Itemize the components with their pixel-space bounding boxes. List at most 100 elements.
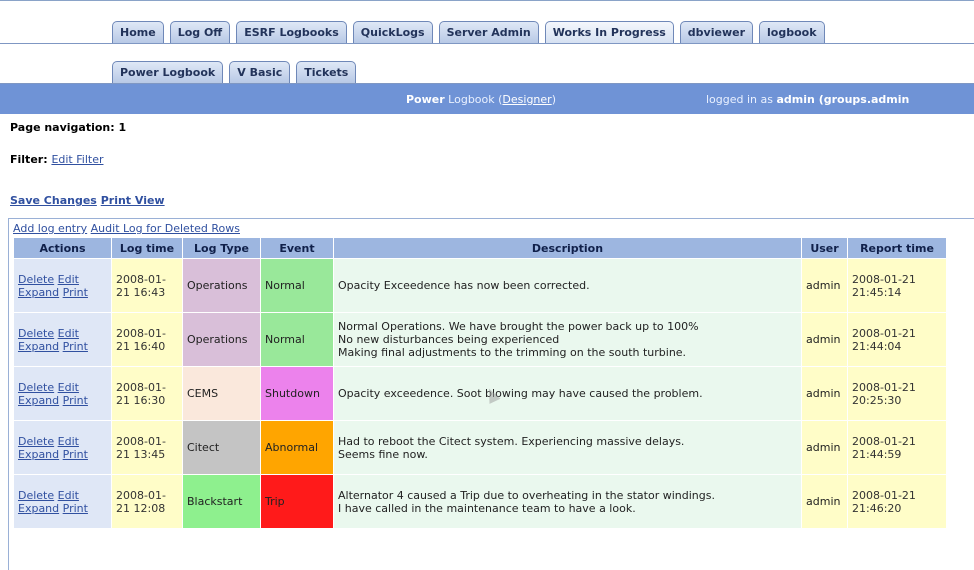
log-time-date: 2008-01- xyxy=(116,434,166,448)
report-time-clock: 21:46:20 xyxy=(852,501,902,515)
edit-filter-link[interactable]: Edit Filter xyxy=(51,153,103,166)
print-link[interactable]: Print xyxy=(63,502,88,515)
delete-link[interactable]: Delete xyxy=(18,381,54,394)
print-link[interactable]: Print xyxy=(63,394,88,407)
user-cell: admin xyxy=(802,313,847,366)
logged-in-user: admin (groups.admin xyxy=(776,93,910,106)
table-row: Delete Edit Expand Print 2008-01- 21 12:08 B… xyxy=(14,475,946,528)
log-time-cell: 2008-01- 21 12:08 xyxy=(112,475,182,528)
print-link[interactable]: Print xyxy=(63,286,88,299)
expand-link[interactable]: Expand xyxy=(18,502,59,515)
table-header-row: Actions Log time Log Type Event Descript… xyxy=(14,238,946,258)
title-rest: Logbook ( xyxy=(444,93,503,106)
logbook-title-bar: Power Logbook (Designer) logged in as ad… xyxy=(0,84,974,114)
print-link[interactable]: Print xyxy=(63,340,88,353)
tab-tickets[interactable]: Tickets xyxy=(296,61,357,83)
tab-works-in-progress[interactable]: Works In Progress xyxy=(544,21,674,43)
description-cell: Opacity exceedence. Soot blowing may hav… xyxy=(334,367,801,420)
log-type-cell: CEMS xyxy=(183,367,260,420)
print-view-link[interactable]: Print View xyxy=(101,194,165,207)
page-title: Power Logbook (Designer) xyxy=(406,93,556,106)
window-top-border xyxy=(0,0,974,1)
log-time-clock: 21 16:43 xyxy=(116,285,166,299)
log-type-cell: Blackstart xyxy=(183,475,260,528)
description-line: Had to reboot the Citect system. Experie… xyxy=(338,434,685,448)
edit-link[interactable]: Edit xyxy=(58,435,79,448)
actions-cell: Delete Edit Expand Print xyxy=(14,259,111,312)
description-line: Alternator 4 caused a Trip due to overhe… xyxy=(338,488,715,502)
tab-server-admin[interactable]: Server Admin xyxy=(438,21,539,43)
expand-link[interactable]: Expand xyxy=(18,286,59,299)
tab-dbviewer[interactable]: dbviewer xyxy=(679,21,753,43)
event-cell: Abnormal xyxy=(261,421,333,474)
user-cell: admin xyxy=(802,259,847,312)
report-time-date: 2008-01-21 xyxy=(852,326,916,340)
edit-link[interactable]: Edit xyxy=(58,273,79,286)
report-time-clock: 20:25:30 xyxy=(852,393,902,407)
col-header-report-time[interactable]: Report time xyxy=(848,238,946,258)
tab-power-logbook[interactable]: Power Logbook xyxy=(112,61,224,83)
event-cell: Normal xyxy=(261,313,333,366)
expand-link[interactable]: Expand xyxy=(18,340,59,353)
delete-link[interactable]: Delete xyxy=(18,327,54,340)
audit-log-link[interactable]: Audit Log for Deleted Rows xyxy=(91,222,240,235)
sub-tab-bar: Power Logbook V Basic Tickets xyxy=(0,56,974,84)
tab-esrf-logbooks[interactable]: ESRF Logbooks xyxy=(236,21,347,43)
log-table: Actions Log time Log Type Event Descript… xyxy=(13,237,947,529)
page-actions: Save Changes Print View xyxy=(10,194,165,207)
expand-link[interactable]: Expand xyxy=(18,448,59,461)
event-cell: Trip xyxy=(261,475,333,528)
tab-log-off[interactable]: Log Off xyxy=(169,21,231,43)
actions-line-2: Expand Print xyxy=(18,448,107,461)
actions-line-1: Delete Edit xyxy=(18,489,107,502)
user-cell: admin xyxy=(802,421,847,474)
sub-tabs: Power Logbook V Basic Tickets xyxy=(112,61,357,83)
col-header-user[interactable]: User xyxy=(802,238,847,258)
add-log-entry-link[interactable]: Add log entry xyxy=(13,222,87,235)
col-header-log-time[interactable]: Log time xyxy=(112,238,182,258)
event-cell: Shutdown xyxy=(261,367,333,420)
report-time-cell: 2008-01-21 21:45:14 xyxy=(848,259,946,312)
tab-v-basic[interactable]: V Basic xyxy=(229,61,291,83)
delete-link[interactable]: Delete xyxy=(18,489,54,502)
description-line: No new disturbances being experienced xyxy=(338,333,560,346)
login-status: logged in as admin (groups.admin xyxy=(706,93,909,106)
delete-link[interactable]: Delete xyxy=(18,435,54,448)
tab-logbook[interactable]: logbook xyxy=(759,21,825,43)
log-time-clock: 21 12:08 xyxy=(116,501,166,515)
title-close: ) xyxy=(551,93,556,106)
delete-link[interactable]: Delete xyxy=(18,273,54,286)
col-header-description[interactable]: Description xyxy=(334,238,801,258)
log-time-cell: 2008-01- 21 16:43 xyxy=(112,259,182,312)
log-time-date: 2008-01- xyxy=(116,272,166,286)
log-time-cell: 2008-01- 21 16:30 xyxy=(112,367,182,420)
actions-line-2: Expand Print xyxy=(18,502,107,515)
main-tabs: Home Log Off ESRF Logbooks QuickLogs Server … xyxy=(112,21,825,43)
report-time-date: 2008-01-21 xyxy=(852,434,916,448)
col-header-actions[interactable]: Actions xyxy=(14,238,111,258)
edit-link[interactable]: Edit xyxy=(58,327,79,340)
designer-link[interactable]: Designer xyxy=(502,93,551,106)
log-time-date: 2008-01- xyxy=(116,488,166,502)
log-type-cell: Operations xyxy=(183,259,260,312)
edit-link[interactable]: Edit xyxy=(58,381,79,394)
log-type-cell: Operations xyxy=(183,313,260,366)
print-link[interactable]: Print xyxy=(63,448,88,461)
user-cell: admin xyxy=(802,475,847,528)
title-bold: Power xyxy=(406,93,445,106)
tab-quicklogs[interactable]: QuickLogs xyxy=(352,21,433,43)
page-navigation: Page navigation: 1 xyxy=(10,121,127,134)
filter-row: Filter: Edit Filter xyxy=(10,153,103,166)
log-time-clock: 21 16:30 xyxy=(116,393,166,407)
save-changes-link[interactable]: Save Changes xyxy=(10,194,97,207)
description-cell: Alternator 4 caused a Trip due to overhe… xyxy=(334,475,801,528)
report-time-date: 2008-01-21 xyxy=(852,272,916,286)
col-header-log-type[interactable]: Log Type xyxy=(183,238,260,258)
actions-line-1: Delete Edit xyxy=(18,435,107,448)
description-line: Making final adjustments to the trimming… xyxy=(338,346,687,359)
expand-link[interactable]: Expand xyxy=(18,394,59,407)
tab-home[interactable]: Home xyxy=(112,21,164,43)
event-cell: Normal xyxy=(261,259,333,312)
edit-link[interactable]: Edit xyxy=(58,489,79,502)
col-header-event[interactable]: Event xyxy=(261,238,333,258)
